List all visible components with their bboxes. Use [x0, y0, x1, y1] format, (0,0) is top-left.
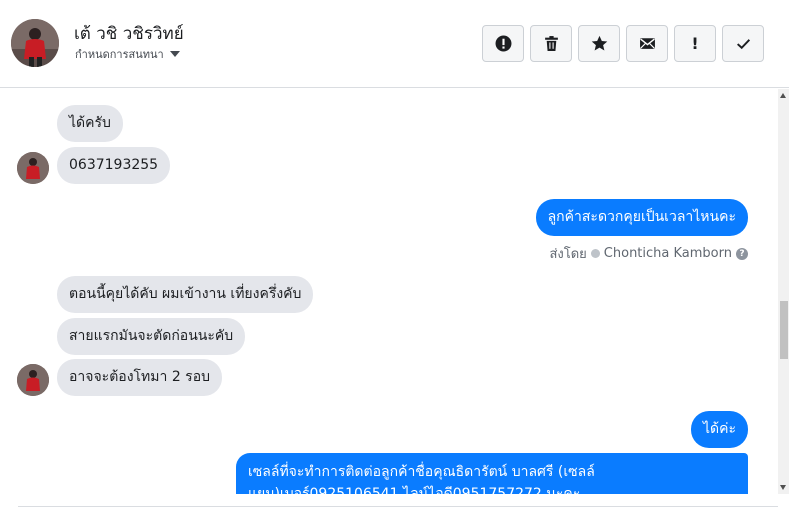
incoming-message[interactable]: 0637193255: [57, 147, 171, 184]
checkmark-icon: [736, 39, 750, 50]
outgoing-message[interactable]: ลูกค้าสะดวกคุยเป็นเวลาไหนคะ: [535, 199, 748, 236]
sent-check-icon: [590, 249, 600, 258]
mark-done-button[interactable]: [722, 25, 764, 62]
contact-name[interactable]: เต้ วชิ วชิรวิทย์: [74, 20, 184, 47]
sender-avatar[interactable]: [17, 152, 49, 184]
caret-down-icon: [169, 51, 180, 57]
help-icon[interactable]: ?: [736, 247, 748, 260]
scroll-thumb[interactable]: [780, 301, 788, 359]
sent-by-name[interactable]: Chonticha Kamborn: [604, 246, 732, 261]
follow-up-button[interactable]: !: [674, 25, 716, 62]
incoming-message[interactable]: สายแรกมันจะตัดก่อนนะคับ: [57, 318, 246, 355]
envelope-icon: [639, 38, 655, 49]
incoming-message[interactable]: ได้ครับ: [57, 105, 123, 142]
trash-icon: [544, 36, 558, 51]
message-thread[interactable]: ได้ครับ 0637193255 ลูกค้าสะดวกคุยเป็นเวล…: [0, 89, 778, 494]
scroll-down-arrow-icon[interactable]: [780, 485, 786, 490]
star-icon: [591, 35, 607, 51]
mark-unread-button[interactable]: [626, 25, 668, 62]
sent-by-info: ส่งโดย Chonticha Kamborn ?: [549, 243, 748, 264]
conversation-header: เต้ วชิ วชิรวิทย์ กำหนดการสนทนา !: [0, 0, 789, 88]
outgoing-message[interactable]: เซลล์ที่จะทำการติดต่อลูกค้าชื่อคุณธิดารั…: [236, 453, 748, 494]
incoming-message[interactable]: ตอนนี้คุยได้คับ ผมเข้างาน เที่ยงครึ่งคับ: [57, 276, 314, 313]
outgoing-message[interactable]: ได้ค่ะ: [690, 411, 748, 448]
exclamation-icon: !: [691, 34, 699, 53]
scroll-up-arrow-icon[interactable]: [780, 93, 786, 98]
thread-scrollbar[interactable]: [778, 89, 789, 494]
sender-avatar[interactable]: [17, 364, 49, 396]
delete-button[interactable]: [530, 25, 572, 62]
assign-label: กำหนดการสนทนา: [75, 48, 164, 61]
incoming-message[interactable]: อาจจะต้องโทมา 2 รอบ: [57, 359, 222, 396]
star-button[interactable]: [578, 25, 620, 62]
mark-spam-button[interactable]: [482, 25, 524, 62]
contact-avatar[interactable]: [11, 19, 59, 67]
header-actions: !: [482, 25, 764, 62]
assign-conversation-dropdown[interactable]: กำหนดการสนทนา: [75, 45, 180, 63]
sent-by-label: ส่งโดย: [549, 247, 587, 262]
exclamation-circle-icon: [495, 35, 511, 52]
